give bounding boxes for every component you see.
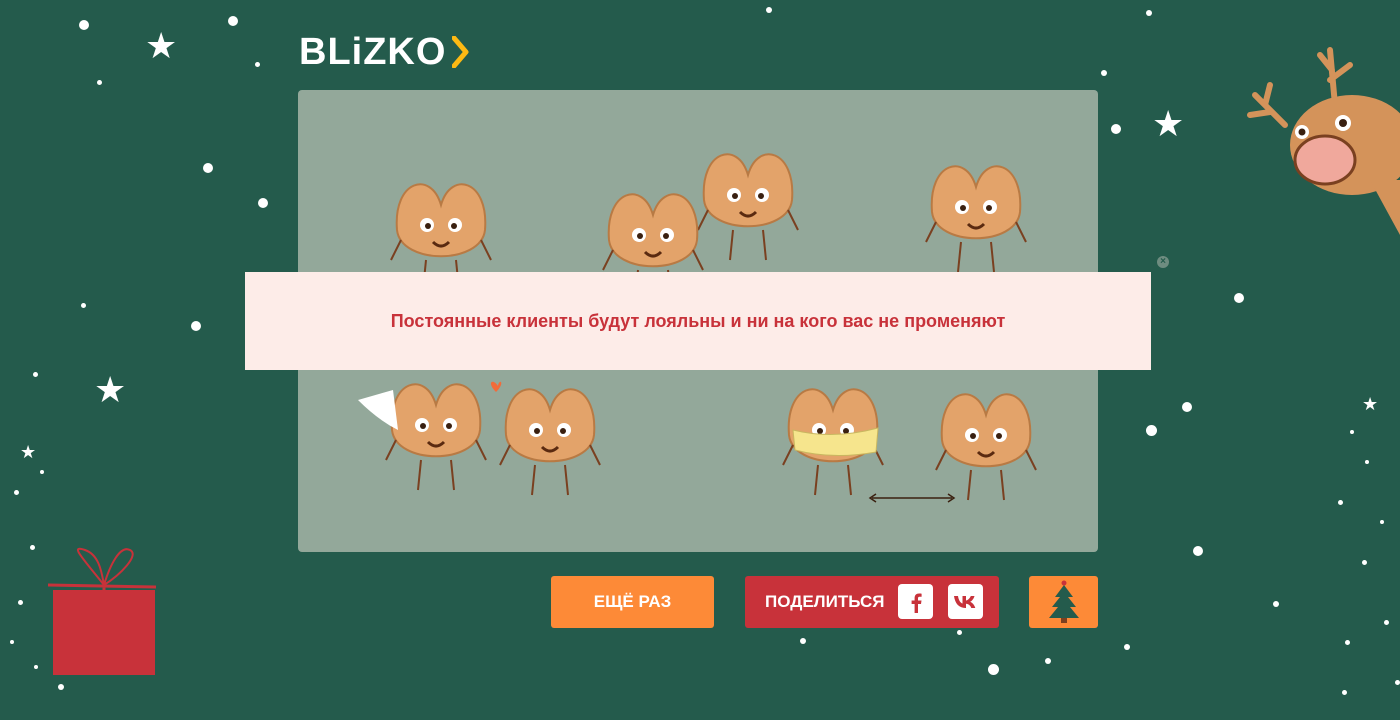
reindeer-illustration [1247,47,1400,235]
star-icon: ★ [1152,103,1185,144]
star-icon: ★ [145,25,178,66]
gift-illustration [47,547,157,675]
again-button[interactable]: ЕЩЁ РАЗ [551,576,714,628]
share-button-label: ПОДЕЛИТЬСЯ [765,592,885,611]
star-icon: ★ [94,369,127,410]
close-icon[interactable]: × [1157,256,1169,268]
logo-chevron-icon [452,36,469,68]
logo[interactable]: BLiZKO [299,30,470,74]
star-icon: ★ [1362,394,1379,414]
share-button: ПОДЕЛИТЬСЯ [745,576,999,628]
again-button-label: ЕЩЁ РАЗ [593,592,672,611]
message-text: Постоянные клиенты будут лояльны и ни на… [390,310,1006,331]
message-banner: Постоянные клиенты будут лояльны и ни на… [245,272,1151,370]
facebook-icon[interactable] [898,584,933,619]
tree-button[interactable] [1029,576,1098,628]
vk-icon[interactable] [948,584,983,619]
logo-text: BLiZKO [299,30,447,73]
star-icon: ★ [20,442,37,462]
christmas-tree-icon [1048,580,1079,623]
